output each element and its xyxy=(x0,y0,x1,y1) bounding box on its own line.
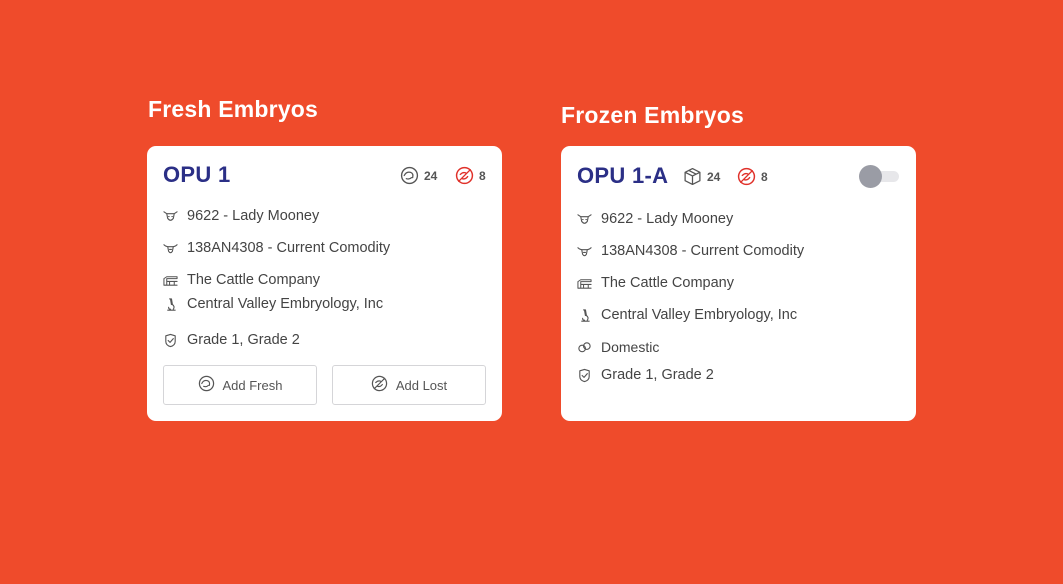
frozen-count-stat: 24 xyxy=(683,167,720,186)
bull-icon xyxy=(163,241,178,256)
grade-text: Grade 1, Grade 2 xyxy=(187,332,300,348)
lost-count-value: 8 xyxy=(761,169,768,184)
fresh-count-value: 24 xyxy=(424,168,438,183)
bull-icon xyxy=(577,244,592,259)
lab-text: Central Valley Embryology, Inc xyxy=(187,296,384,312)
dam-row: 9622 - Lady Mooney xyxy=(163,208,319,224)
frozen-embryo-card: OPU 1-A 24 8 9622 - Lady Mooney 138AN430… xyxy=(561,146,916,421)
cow-icon xyxy=(163,209,178,224)
toggle-knob xyxy=(859,165,882,188)
embryo-hand-icon xyxy=(400,166,419,185)
shield-check-icon xyxy=(163,333,178,348)
grade-text: Grade 1, Grade 2 xyxy=(601,367,714,383)
owner-text: The Cattle Company xyxy=(187,272,320,288)
lab-row: Central Valley Embryology, Inc xyxy=(577,307,797,323)
sire-row: 138AN4308 - Current Comodity xyxy=(577,243,804,259)
owner-text: The Cattle Company xyxy=(601,275,734,291)
owner-row: The Cattle Company xyxy=(577,275,734,291)
add-fresh-label: Add Fresh xyxy=(222,377,283,393)
cow-icon xyxy=(577,212,592,227)
lab-row: Central Valley Embryology, Inc xyxy=(163,296,383,312)
frozen-count-value: 24 xyxy=(707,169,721,184)
add-lost-button[interactable]: Add Lost xyxy=(332,365,486,405)
add-fresh-button[interactable]: Add Fresh xyxy=(163,365,317,405)
sire-text: 138AN4308 - Current Comodity xyxy=(187,240,391,256)
frozen-toggle[interactable] xyxy=(859,165,901,188)
market-row: Domestic xyxy=(577,339,659,355)
grade-row: Grade 1, Grade 2 xyxy=(163,332,300,348)
grade-row: Grade 1, Grade 2 xyxy=(577,367,714,383)
sire-text: 138AN4308 - Current Comodity xyxy=(601,243,805,259)
card-title: OPU 1 xyxy=(163,162,231,187)
dam-text: 9622 - Lady Mooney xyxy=(187,208,320,224)
embryo-hand-icon xyxy=(198,375,215,395)
lost-embryo-icon xyxy=(455,166,474,185)
lost-count-value: 8 xyxy=(479,168,486,183)
market-text: Domestic xyxy=(601,339,660,355)
lost-count-stat: 8 xyxy=(737,167,768,186)
fresh-count-stat: 24 xyxy=(400,166,437,185)
sire-row: 138AN4308 - Current Comodity xyxy=(163,240,390,256)
card-title: OPU 1-A xyxy=(577,163,669,188)
lost-embryo-icon xyxy=(371,375,388,395)
microscope-icon xyxy=(577,308,592,323)
lab-text: Central Valley Embryology, Inc xyxy=(601,307,798,323)
owner-row: The Cattle Company xyxy=(163,272,320,288)
link-icon xyxy=(577,340,592,355)
barn-icon xyxy=(577,276,592,291)
barn-icon xyxy=(163,273,178,288)
dam-text: 9622 - Lady Mooney xyxy=(601,211,734,227)
frozen-embryos-heading: Frozen Embryos xyxy=(561,102,745,128)
box-icon xyxy=(683,167,702,186)
lost-count-stat: 8 xyxy=(455,166,486,185)
fresh-embryos-heading: Fresh Embryos xyxy=(148,96,319,122)
microscope-icon xyxy=(163,297,178,312)
lost-embryo-icon xyxy=(737,167,756,186)
shield-check-icon xyxy=(577,368,592,383)
add-lost-label: Add Lost xyxy=(395,377,448,393)
dam-row: 9622 - Lady Mooney xyxy=(577,211,733,227)
fresh-embryo-card: OPU 1 24 8 9622 - Lady Mooney 138AN4308 … xyxy=(147,146,502,421)
